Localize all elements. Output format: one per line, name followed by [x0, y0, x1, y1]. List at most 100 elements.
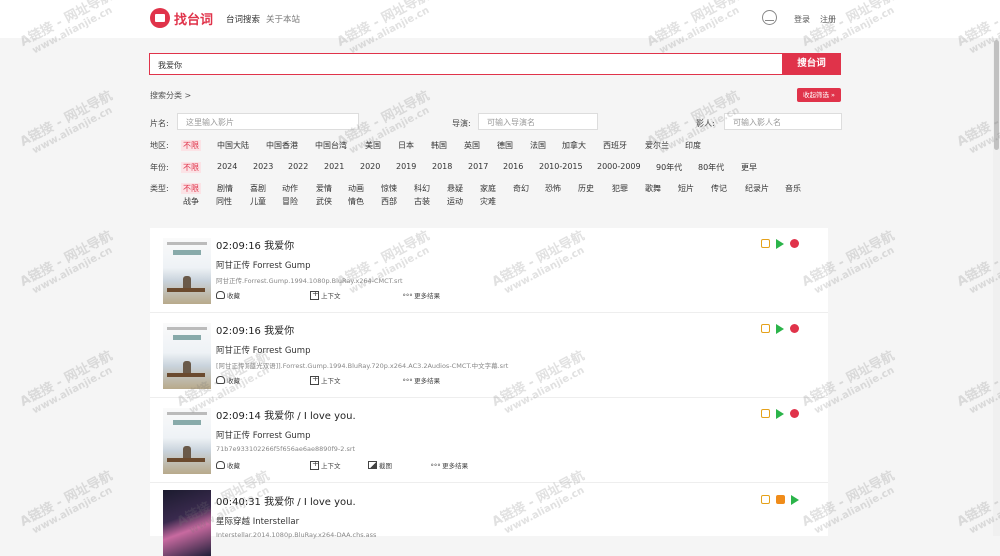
subtitle-line[interactable]: 00:40:31 我爱你 / I love you.	[216, 493, 356, 508]
year-option[interactable]: 2018	[432, 162, 452, 171]
genre-option[interactable]: 纪录片	[745, 183, 769, 194]
genre-option[interactable]: 情色	[348, 196, 364, 207]
genre-option[interactable]: 历史	[578, 183, 594, 194]
movie-poster[interactable]	[163, 408, 211, 474]
genre-option[interactable]: 战争	[183, 196, 199, 207]
login-link[interactable]: 登录	[794, 14, 810, 25]
movie-poster[interactable]	[163, 490, 211, 556]
site-logo[interactable]: 找台词	[150, 8, 213, 28]
context-button[interactable]: 上下文	[310, 289, 341, 300]
screenshot-button[interactable]: 截图	[368, 460, 392, 470]
record-icon[interactable]	[790, 239, 799, 248]
play-icon[interactable]	[776, 409, 784, 419]
genre-option[interactable]: 惊悚	[381, 183, 397, 194]
region-option[interactable]: 中国香港	[266, 140, 298, 151]
genre-option[interactable]: 犯罪	[612, 183, 628, 194]
page-scrollbar[interactable]	[993, 38, 1000, 536]
search-input[interactable]: 我爱你	[149, 53, 783, 75]
genre-option[interactable]: 冒险	[282, 196, 298, 207]
genre-option[interactable]: 恐怖	[545, 183, 561, 194]
genre-option[interactable]: 科幻	[414, 183, 430, 194]
region-option[interactable]: 加拿大	[562, 140, 586, 151]
genre-option[interactable]: 同性	[216, 196, 232, 207]
year-option[interactable]: 2019	[396, 162, 416, 171]
region-option[interactable]: 日本	[398, 140, 414, 151]
year-option[interactable]: 80年代	[698, 162, 724, 173]
movie-title[interactable]: 阿甘正传 Forrest Gump	[216, 344, 310, 356]
more-results-button[interactable]: ∘∘∘ 更多结果	[402, 290, 440, 300]
region-option[interactable]: 爱尔兰	[645, 140, 669, 151]
year-option[interactable]: 2000-2009	[597, 162, 641, 171]
year-option[interactable]: 2016	[503, 162, 523, 171]
genre-option[interactable]: 音乐	[785, 183, 801, 194]
region-option[interactable]: 英国	[464, 140, 480, 151]
user-avatar-icon[interactable]	[762, 10, 777, 25]
nav-about[interactable]: 关于本站	[266, 13, 300, 25]
nav-subtitle-search[interactable]: 台词搜索	[226, 13, 260, 25]
year-option[interactable]: 2021	[324, 162, 344, 171]
scrollbar-thumb[interactable]	[994, 40, 999, 150]
movie-poster[interactable]	[163, 238, 211, 304]
register-link[interactable]: 注册	[820, 14, 836, 25]
region-option[interactable]: 中国大陆	[217, 140, 249, 151]
year-option[interactable]: 2020	[360, 162, 380, 171]
genre-option[interactable]: 运动	[447, 196, 463, 207]
favorite-button[interactable]: 收藏	[216, 375, 240, 385]
genre-option[interactable]: 儿童	[250, 196, 266, 207]
genre-option[interactable]: 动作	[282, 183, 298, 194]
region-option[interactable]: 不限	[181, 140, 201, 151]
actor-input[interactable]: 可输入影人名	[724, 113, 842, 130]
region-option[interactable]: 法国	[530, 140, 546, 151]
genre-option[interactable]: 传记	[711, 183, 727, 194]
play-icon[interactable]	[776, 239, 784, 249]
year-option[interactable]: 2017	[468, 162, 488, 171]
movie-title[interactable]: 阿甘正传 Forrest Gump	[216, 429, 310, 441]
director-input[interactable]: 可输入导演名	[478, 113, 598, 130]
genre-option[interactable]: 奇幻	[513, 183, 529, 194]
genre-option[interactable]: 不限	[181, 183, 201, 194]
tv-icon[interactable]	[761, 495, 770, 504]
subtitle-line[interactable]: 02:09:16 我爱你	[216, 237, 294, 252]
genre-option[interactable]: 西部	[381, 196, 397, 207]
collapse-filter-button[interactable]: 收起筛选 »	[797, 88, 841, 102]
search-button[interactable]: 搜台词	[782, 53, 841, 75]
genre-option[interactable]: 动画	[348, 183, 364, 194]
more-results-button[interactable]: ∘∘∘ 更多结果	[430, 460, 468, 470]
region-option[interactable]: 西班牙	[603, 140, 627, 151]
genre-option[interactable]: 古装	[414, 196, 430, 207]
tv-icon[interactable]	[761, 324, 770, 333]
genre-option[interactable]: 短片	[678, 183, 694, 194]
genre-option[interactable]: 家庭	[480, 183, 496, 194]
region-option[interactable]: 印度	[685, 140, 701, 151]
genre-option[interactable]: 歌舞	[645, 183, 661, 194]
record-icon[interactable]	[790, 324, 799, 333]
breadcrumb[interactable]: 搜索分类 >	[150, 90, 191, 101]
subtitle-line[interactable]: 02:09:14 我爱你 / I love you.	[216, 407, 356, 422]
genre-option[interactable]: 爱情	[316, 183, 332, 194]
genre-option[interactable]: 剧情	[217, 183, 233, 194]
year-option[interactable]: 2022	[288, 162, 308, 171]
region-option[interactable]: 中国台湾	[315, 140, 347, 151]
genre-option[interactable]: 悬疑	[447, 183, 463, 194]
year-option[interactable]: 2023	[253, 162, 273, 171]
context-button[interactable]: 上下文	[310, 459, 341, 470]
play-icon[interactable]	[776, 324, 784, 334]
favorite-button[interactable]: 收藏	[216, 290, 240, 300]
more-results-button[interactable]: ∘∘∘ 更多结果	[402, 375, 440, 385]
subtitle-line[interactable]: 02:09:16 我爱你	[216, 322, 294, 337]
region-option[interactable]: 德国	[497, 140, 513, 151]
year-option[interactable]: 90年代	[656, 162, 682, 173]
tv-icon[interactable]	[761, 409, 770, 418]
play-icon[interactable]	[791, 495, 799, 505]
year-option[interactable]: 2024	[217, 162, 237, 171]
movie-title[interactable]: 阿甘正传 Forrest Gump	[216, 259, 310, 271]
region-option[interactable]: 美国	[365, 140, 381, 151]
genre-option[interactable]: 武侠	[316, 196, 332, 207]
genre-option[interactable]: 灾难	[480, 196, 496, 207]
genre-option[interactable]: 喜剧	[250, 183, 266, 194]
region-option[interactable]: 韩国	[431, 140, 447, 151]
context-button[interactable]: 上下文	[310, 374, 341, 385]
title-input[interactable]: 这里输入影片	[177, 113, 359, 130]
box-icon[interactable]	[776, 495, 785, 504]
movie-poster[interactable]	[163, 323, 211, 389]
